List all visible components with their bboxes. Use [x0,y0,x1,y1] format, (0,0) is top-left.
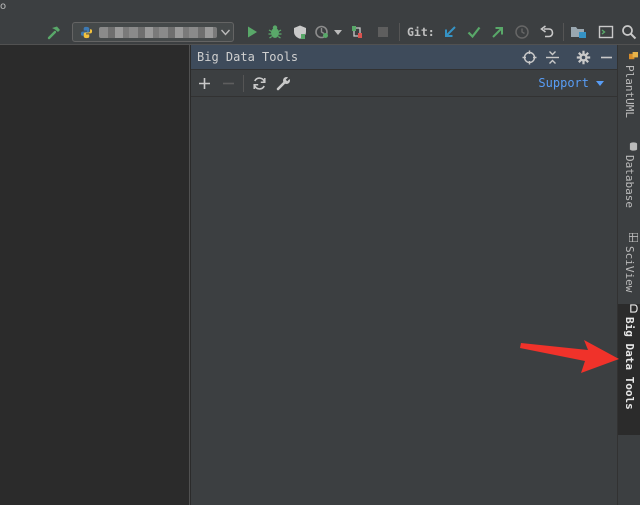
search-icon[interactable] [621,24,637,40]
attach-icon[interactable] [349,24,365,40]
checkmark-icon[interactable] [466,24,482,40]
arrow-up-right-icon[interactable] [490,24,506,40]
profile-icon[interactable] [314,24,330,40]
collapse-icon[interactable] [545,50,560,65]
chevron-down-icon[interactable] [596,81,604,87]
toolbar-separator [243,75,244,92]
tab-plantuml[interactable]: PlantUML [618,52,640,132]
panel-toolbar: Support [191,70,617,97]
run-configuration-name [99,27,217,38]
crosshair-icon[interactable] [522,50,537,65]
annotation-arrow-icon [520,340,619,373]
gear-icon[interactable] [576,50,591,65]
bug-icon[interactable] [267,24,283,40]
minus-icon[interactable] [222,77,235,90]
arrow-down-left-icon[interactable] [442,24,458,40]
editor-area[interactable] [0,45,190,505]
window-title-fragment: o [0,1,7,12]
toolbar-separator [563,23,564,41]
stop-icon[interactable] [376,25,390,39]
main-toolbar: o Git: [0,0,640,45]
folder-icon[interactable] [570,24,587,40]
sciview-icon [628,233,638,242]
tab-database[interactable]: Database [618,142,640,234]
support-dropdown[interactable]: Support [538,76,589,90]
run-configuration-select[interactable] [72,22,234,42]
refresh-icon[interactable] [252,76,267,91]
hammer-icon[interactable] [46,25,62,41]
tab-label: PlantUML [623,65,636,118]
right-tool-window-bar: PlantUML Database SciView Big Data Tools [617,45,640,505]
panel-header: Big Data Tools [191,45,617,70]
python-icon [80,26,93,39]
big-data-tools-panel: Big Data Tools Support [191,45,617,505]
wrench-icon[interactable] [276,76,291,91]
shield-icon[interactable] [292,24,308,40]
undo-icon[interactable] [539,24,555,40]
chevron-down-icon [221,29,230,36]
tab-sciview[interactable]: SciView [618,233,640,313]
panel-title: Big Data Tools [197,50,299,64]
tab-label: Big Data Tools [623,317,636,410]
chevron-down-icon[interactable] [334,30,342,36]
run-triangle-icon[interactable] [245,25,259,39]
git-label: Git: [407,25,435,39]
big-data-tools-icon [629,304,638,313]
database-icon [629,142,637,151]
plus-icon[interactable] [198,77,211,90]
clock-icon[interactable] [514,24,530,40]
terminal-icon[interactable] [598,24,614,40]
tab-label: Database [623,155,636,208]
plantuml-icon [628,52,638,60]
minimize-icon[interactable] [599,50,614,65]
toolbar-separator [399,23,400,41]
tab-label: SciView [623,246,636,293]
